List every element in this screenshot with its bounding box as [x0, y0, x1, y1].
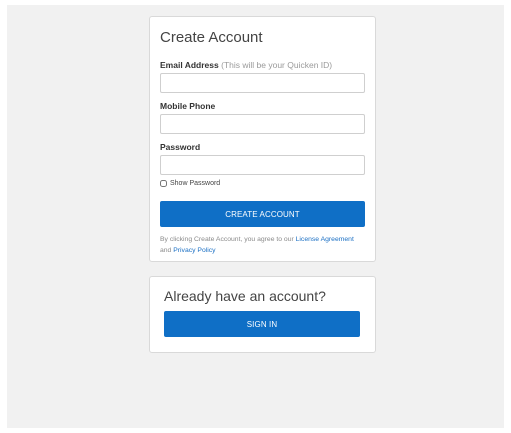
create-account-title: Create Account: [160, 29, 263, 46]
email-hint: (This will be your Quicken ID): [221, 60, 333, 70]
create-account-button[interactable]: CREATE ACCOUNT: [160, 201, 365, 227]
email-field[interactable]: [160, 73, 365, 93]
sign-in-card: Already have an account? SIGN IN: [149, 276, 376, 353]
show-password-label: Show Password: [170, 180, 221, 187]
mobile-phone-label: Mobile Phone: [160, 101, 216, 111]
password-label: Password: [160, 142, 201, 152]
mobile-phone-field[interactable]: [160, 114, 365, 134]
create-account-card: Create Account Email Address (This will …: [149, 16, 376, 262]
show-password-checkbox[interactable]: [160, 180, 167, 187]
email-label: Email Address (This will be your Quicken…: [160, 60, 332, 70]
password-field[interactable]: [160, 155, 365, 175]
show-password-toggle[interactable]: Show Password: [160, 180, 220, 187]
license-agreement-link[interactable]: License Agreement: [296, 236, 354, 243]
privacy-policy-link[interactable]: Privacy Policy: [173, 247, 215, 254]
email-label-text: Email Address: [160, 60, 219, 70]
already-have-account-title: Already have an account?: [164, 288, 326, 304]
terms-text: By clicking Create Account, you agree to…: [160, 234, 365, 256]
terms-and: and: [160, 247, 174, 254]
sign-in-button[interactable]: SIGN IN: [164, 311, 360, 337]
terms-prefix: By clicking Create Account, you agree to…: [160, 236, 296, 243]
